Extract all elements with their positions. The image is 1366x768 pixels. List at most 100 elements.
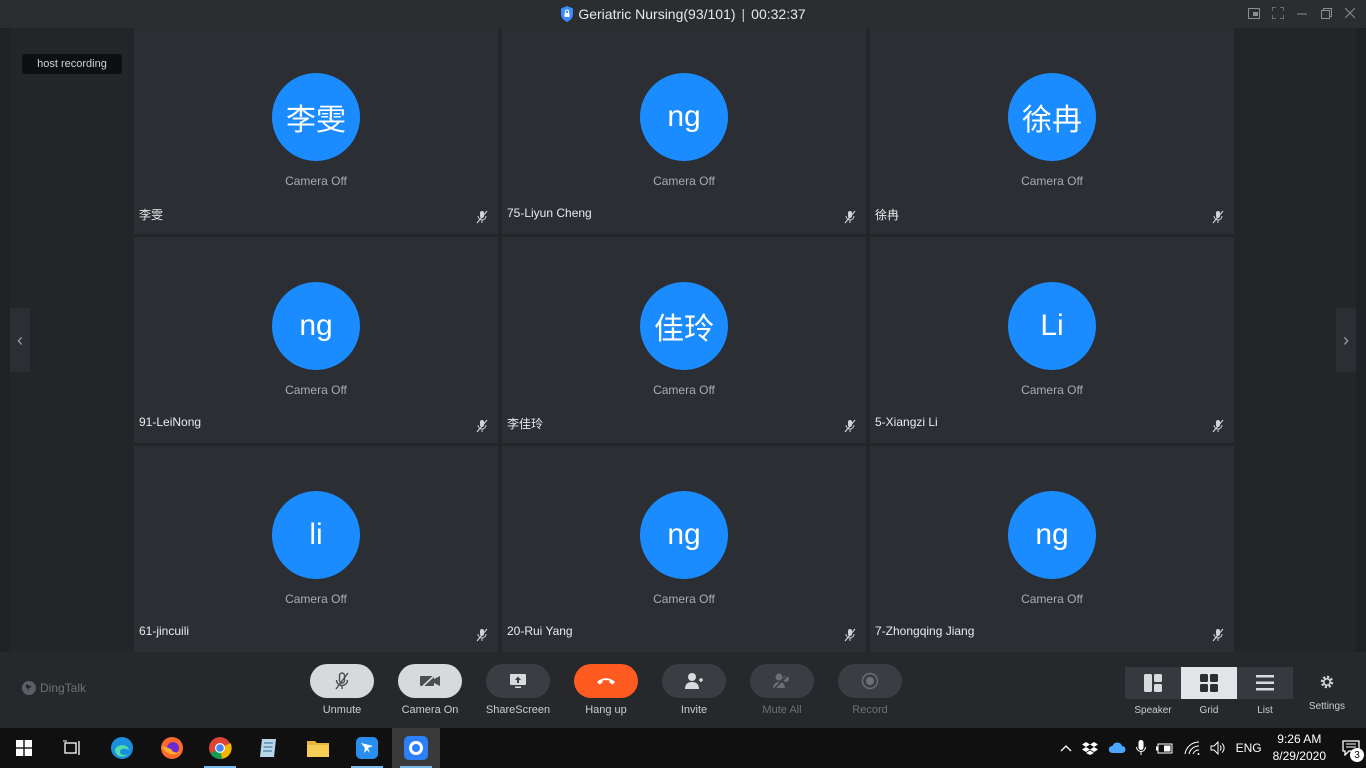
invite-button[interactable]: Invite bbox=[654, 664, 734, 716]
task-view-button[interactable] bbox=[48, 728, 96, 768]
language-indicator[interactable]: ENG bbox=[1236, 741, 1262, 755]
phone-hangup-icon bbox=[597, 678, 615, 685]
meeting-timer: 00:32:37 bbox=[751, 6, 806, 22]
avatar: li bbox=[272, 491, 360, 579]
hang-up-button[interactable]: Hang up bbox=[566, 664, 646, 716]
system-clock[interactable]: 9:26 AM 8/29/2020 bbox=[1273, 731, 1326, 765]
mic-off-icon bbox=[335, 672, 349, 690]
camera-on-label: Camera On bbox=[401, 704, 459, 716]
taskbar-file-explorer[interactable] bbox=[294, 728, 342, 768]
onedrive-icon[interactable] bbox=[1108, 742, 1126, 754]
video-stage: host recording ‹ › 李雯 Camera Off 李雯 ng C… bbox=[10, 28, 1356, 652]
volume-icon[interactable] bbox=[1210, 741, 1226, 755]
start-button[interactable] bbox=[0, 728, 48, 768]
hang-up-pill[interactable] bbox=[574, 664, 638, 698]
participant-tile[interactable]: ng Camera Off 20-Rui Yang bbox=[502, 446, 866, 652]
participant-tile[interactable]: ng Camera Off 7-Zhongqing Jiang bbox=[870, 446, 1234, 652]
speaker-view-box[interactable] bbox=[1125, 667, 1181, 699]
meeting-name: Geriatric Nursing(93/101) bbox=[578, 6, 736, 22]
share-screen-button[interactable]: ShareScreen bbox=[478, 664, 558, 716]
taskbar-messaging-app[interactable] bbox=[343, 728, 391, 768]
battery-icon[interactable] bbox=[1155, 742, 1174, 754]
camera-off-label: Camera Off bbox=[653, 174, 715, 188]
camera-off-label: Camera Off bbox=[653, 383, 715, 397]
avatar: ng bbox=[640, 73, 728, 161]
participant-name: 75-Liyun Cheng bbox=[507, 206, 592, 220]
avatar: 佳玲 bbox=[640, 282, 728, 370]
mic-muted-icon bbox=[844, 628, 856, 642]
participant-tile[interactable]: ng Camera Off 75-Liyun Cheng bbox=[502, 28, 866, 234]
speaker-layout-icon bbox=[1144, 674, 1162, 692]
camera-off-label: Camera Off bbox=[285, 174, 347, 188]
invite-pill[interactable] bbox=[662, 664, 726, 698]
list-layout-icon bbox=[1256, 675, 1274, 691]
shield-lock-icon bbox=[561, 6, 574, 22]
host-recording-badge: host recording bbox=[22, 54, 122, 74]
participant-tile[interactable]: Li Camera Off 5-Xiangzi Li bbox=[870, 237, 1234, 443]
camera-on-button[interactable]: Camera On bbox=[390, 664, 470, 716]
taskbar-firefox[interactable] bbox=[148, 728, 196, 768]
participant-grid: 李雯 Camera Off 李雯 ng Camera Off 75-Liyun … bbox=[134, 28, 1234, 652]
share-screen-pill[interactable] bbox=[486, 664, 550, 698]
unmute-pill[interactable] bbox=[310, 664, 374, 698]
action-center-button[interactable]: 3 bbox=[1336, 728, 1366, 768]
dropbox-icon[interactable] bbox=[1081, 741, 1098, 755]
participant-tile[interactable]: li Camera Off 61-jincuili bbox=[134, 446, 498, 652]
participant-tile[interactable]: 徐冉 Camera Off 徐冉 bbox=[870, 28, 1234, 234]
participant-tile[interactable]: ng Camera Off 91-LeiNong bbox=[134, 237, 498, 443]
participant-name: 20-Rui Yang bbox=[507, 624, 573, 638]
hang-up-label: Hang up bbox=[585, 704, 627, 716]
chevron-up-icon[interactable] bbox=[1060, 744, 1072, 752]
share-screen-icon bbox=[510, 674, 526, 688]
list-view-label: List bbox=[1257, 705, 1273, 716]
mic-muted-icon bbox=[1212, 210, 1224, 224]
wifi-icon[interactable] bbox=[1184, 741, 1200, 755]
minimize-icon[interactable] bbox=[1294, 4, 1310, 22]
chrome-icon bbox=[209, 737, 232, 760]
next-page-arrow[interactable]: › bbox=[1336, 308, 1356, 372]
record-button[interactable]: Record bbox=[830, 664, 910, 716]
fullscreen-icon[interactable] bbox=[1270, 4, 1286, 22]
participant-tile[interactable]: 佳玲 Camera Off 李佳玲 bbox=[502, 237, 866, 443]
mute-all-pill[interactable] bbox=[750, 664, 814, 698]
list-view-button[interactable]: List bbox=[1237, 667, 1293, 716]
notification-count-badge: 3 bbox=[1350, 748, 1364, 762]
avatar: ng bbox=[640, 491, 728, 579]
mute-all-label: Mute All bbox=[762, 704, 802, 716]
mic-muted-icon bbox=[844, 210, 856, 224]
unmute-button[interactable]: Unmute bbox=[302, 664, 382, 716]
close-icon[interactable] bbox=[1342, 4, 1358, 22]
participant-tile[interactable]: 李雯 Camera Off 李雯 bbox=[134, 28, 498, 234]
dingtalk-logo-icon bbox=[22, 681, 36, 695]
taskbar-notes-app[interactable] bbox=[245, 728, 293, 768]
mute-all-button[interactable]: Mute All bbox=[742, 664, 822, 716]
messaging-app-icon bbox=[356, 737, 378, 759]
picture-in-picture-icon[interactable] bbox=[1246, 4, 1262, 22]
windows-taskbar: ENG 9:26 AM 8/29/2020 3 bbox=[0, 728, 1366, 768]
settings-button[interactable]: Settings bbox=[1303, 674, 1351, 712]
record-pill[interactable] bbox=[838, 664, 902, 698]
mic-muted-icon bbox=[476, 628, 488, 642]
grid-view-button[interactable]: Grid bbox=[1181, 667, 1237, 716]
participant-name: 徐冉 bbox=[875, 208, 900, 222]
participant-name: 李雯 bbox=[139, 208, 164, 222]
previous-page-arrow[interactable]: ‹ bbox=[10, 308, 30, 372]
avatar: 李雯 bbox=[272, 73, 360, 161]
restore-icon[interactable] bbox=[1318, 4, 1334, 22]
gear-icon bbox=[1320, 675, 1334, 689]
taskbar-dingtalk[interactable] bbox=[392, 728, 440, 768]
share-screen-label: ShareScreen bbox=[485, 704, 551, 716]
camera-off-label: Camera Off bbox=[1021, 174, 1083, 188]
list-view-box[interactable] bbox=[1237, 667, 1293, 699]
mic-muted-icon bbox=[476, 210, 488, 224]
camera-off-label: Camera Off bbox=[653, 592, 715, 606]
meeting-toolbar: DingTalk Unmute Camera On ShareScreen Ha… bbox=[0, 652, 1366, 728]
participant-name: 7-Zhongqing Jiang bbox=[875, 624, 975, 638]
taskbar-edge[interactable] bbox=[98, 728, 146, 768]
add-person-icon bbox=[685, 673, 703, 689]
taskbar-chrome[interactable] bbox=[196, 728, 244, 768]
speaker-view-button[interactable]: Speaker bbox=[1125, 667, 1181, 716]
grid-view-box[interactable] bbox=[1181, 667, 1237, 699]
microphone-icon[interactable] bbox=[1135, 740, 1146, 756]
camera-pill[interactable] bbox=[398, 664, 462, 698]
